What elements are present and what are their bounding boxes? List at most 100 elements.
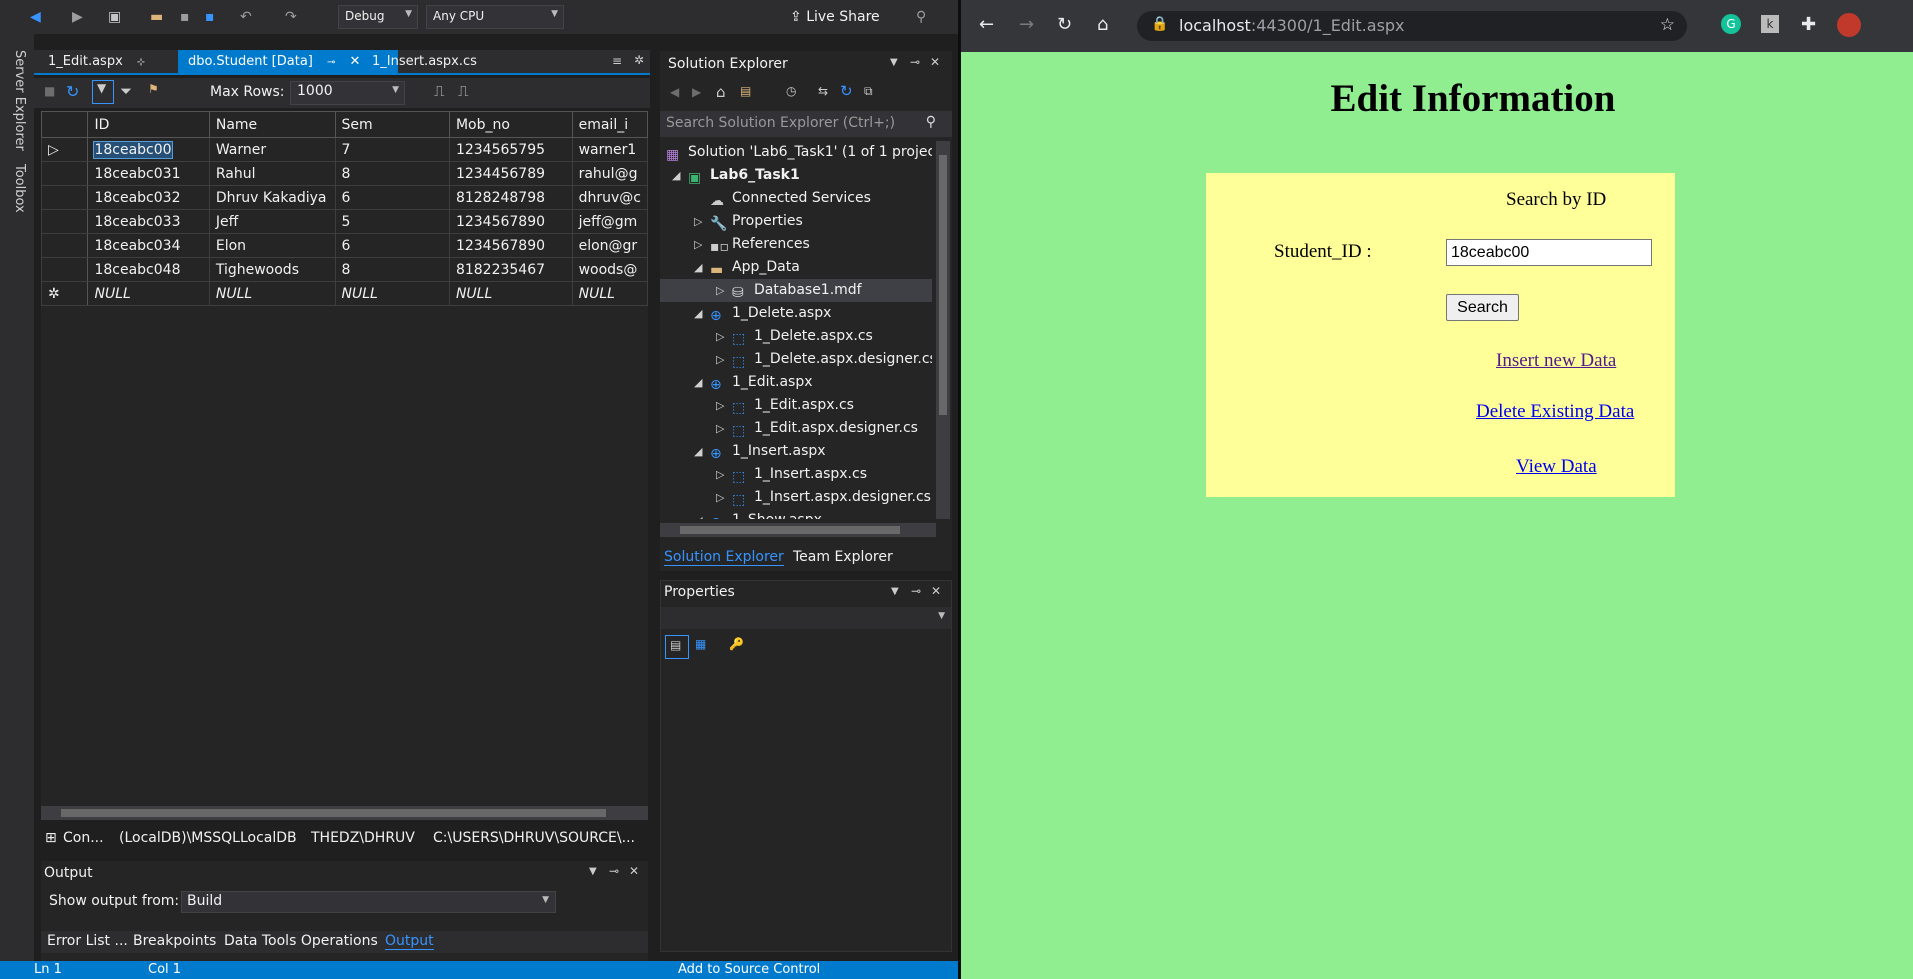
expanded-arrow-icon[interactable]: ◢ (694, 302, 702, 325)
pin-icon[interactable]: ⊹ (137, 57, 145, 68)
column-header-name[interactable]: Name (208, 111, 336, 138)
profile-avatar[interactable] (1837, 13, 1861, 37)
tab-data-tools-operations[interactable]: Data Tools Operations (224, 933, 378, 949)
output-source-select[interactable]: Build ▼ (181, 891, 556, 913)
table-row[interactable]: 18ceabc034 Elon 6 1234567890 elon@gr (41, 233, 648, 258)
forward-icon[interactable]: ▶ (692, 85, 701, 99)
platform-dropdown[interactable]: Any CPU ▼ (426, 5, 564, 29)
server-explorer-tab[interactable]: Server Explorer (12, 50, 27, 151)
pin-icon[interactable]: ⊸ (609, 864, 619, 878)
grid-cell[interactable]: 8 (334, 257, 450, 282)
grid-cell[interactable]: 1234567890 (448, 209, 573, 234)
grid-cell[interactable]: jeff@gm (571, 209, 648, 234)
row-header[interactable] (41, 209, 89, 234)
row-header[interactable] (41, 233, 89, 258)
tab-insert-cs[interactable]: 1_Insert.aspx.cs (362, 50, 487, 74)
grid-cell[interactable]: elon@gr (571, 233, 648, 258)
grid-cell[interactable]: NULL (448, 281, 573, 306)
open-folder-icon[interactable]: ▬ (150, 8, 163, 26)
dropdown-icon[interactable]: ▼ (589, 866, 597, 877)
table-row[interactable]: 18ceabc048 Tighewoods 8 8182235467 woods… (41, 257, 648, 282)
tree-item-insert-aspx[interactable]: ◢ ⊕ 1_Insert.aspx (660, 440, 932, 463)
address-bar[interactable]: 🔒 localhost:44300/1_Edit.aspx ☆ (1137, 11, 1687, 41)
object-selector[interactable]: ▼ (661, 607, 951, 629)
home-icon[interactable]: ⌂ (1097, 14, 1108, 35)
tree-item-delete-aspx[interactable]: ◢ ⊕ 1_Delete.aspx (660, 302, 932, 325)
tree-horizontal-scrollbar[interactable] (660, 523, 936, 537)
tree-vertical-scrollbar[interactable] (936, 141, 950, 519)
back-nav-icon[interactable]: ◀ (30, 8, 41, 26)
tab-overflow-icon[interactable]: ≡ (612, 54, 622, 68)
grid-cell[interactable]: 18ceabc032 (87, 185, 210, 210)
tree-item-delete-designer[interactable]: ▷ ⬚ 1_Delete.aspx.designer.cs (660, 348, 932, 371)
collapsed-arrow-icon[interactable]: ▷ (716, 325, 724, 348)
grid-cell[interactable]: warner1 (571, 137, 648, 162)
sql-script-icon[interactable]: ⎍ (434, 82, 445, 100)
pin-icon[interactable]: ⊸ (910, 55, 920, 69)
expanded-arrow-icon[interactable]: ◢ (694, 371, 702, 394)
reload-icon[interactable]: ↻ (1057, 14, 1072, 35)
grid-cell[interactable]: 1234567890 (448, 233, 573, 258)
bookmark-star-icon[interactable]: ☆ (1660, 15, 1675, 35)
categorized-icon[interactable]: ▤ (665, 635, 689, 659)
puzzle-extensions-icon[interactable]: ✚ (1801, 14, 1816, 35)
tree-item-solution[interactable]: ▦ Solution 'Lab6_Task1' (1 of 1 project) (660, 141, 932, 164)
back-arrow-icon[interactable]: ← (979, 14, 994, 35)
grid-cell[interactable]: woods@ (571, 257, 648, 282)
tree-item-insert-designer[interactable]: ▷ ⬚ 1_Insert.aspx.designer.cs (660, 486, 932, 509)
grid-cell[interactable]: 18ceabc031 (87, 161, 210, 186)
grid-cell[interactable]: 5 (334, 209, 450, 234)
filter-icon[interactable]: ⏷ (120, 82, 132, 100)
column-header-id[interactable]: ID (87, 111, 210, 138)
sync-icon[interactable]: ⇆ (818, 84, 828, 98)
collapsed-arrow-icon[interactable]: ▷ (716, 463, 724, 486)
forward-nav-icon[interactable]: ▶ (72, 8, 83, 26)
back-icon[interactable]: ◀ (670, 85, 679, 99)
column-header-email[interactable]: email_i (571, 111, 648, 138)
tree-item-show-aspx[interactable]: ◢ ⊕ 1_Show.aspx (660, 509, 932, 519)
refresh-icon[interactable]: ↻ (66, 82, 79, 101)
tree-item-edit-designer[interactable]: ▷ ⬚ 1_Edit.aspx.designer.cs (660, 417, 932, 440)
grid-cell[interactable]: Rahul (208, 161, 336, 186)
collapsed-arrow-icon[interactable]: ▷ (716, 348, 724, 371)
search-icon[interactable]: ⚲ (926, 114, 936, 130)
expanded-arrow-icon[interactable]: ◢ (694, 440, 702, 463)
grid-cell[interactable]: dhruv@c (571, 185, 648, 210)
grid-cell[interactable]: 18ceabc048 (87, 257, 210, 282)
live-share-button[interactable]: ⇪ Live Share (790, 9, 880, 25)
grid-cell[interactable]: 8 (334, 161, 450, 186)
undo-icon[interactable]: ↶ (240, 8, 252, 26)
expanded-arrow-icon[interactable]: ◢ (694, 256, 702, 279)
tab-edit-aspx[interactable]: 1_Edit.aspx ⊹ (38, 50, 155, 74)
add-to-source-control[interactable]: Add to Source Control (678, 962, 820, 977)
collapsed-arrow-icon[interactable]: ▷ (716, 486, 724, 509)
grid-cell[interactable]: Jeff (208, 209, 336, 234)
insert-new-data-link[interactable]: Insert new Data (1496, 350, 1616, 372)
tab-solution-explorer[interactable]: Solution Explorer (664, 549, 784, 566)
table-row[interactable]: ▷ 18ceabc00 Warner 7 1234565795 warner1 (41, 137, 648, 162)
expanded-arrow-icon[interactable]: ◢ (672, 164, 680, 187)
script-icon[interactable]: ⚑ (148, 82, 159, 96)
tree-item-edit-aspx[interactable]: ◢ ⊕ 1_Edit.aspx (660, 371, 932, 394)
table-row[interactable]: 18ceabc033 Jeff 5 1234567890 jeff@gm (41, 209, 648, 234)
scrollbar-thumb[interactable] (61, 809, 606, 817)
forward-arrow-icon[interactable]: → (1019, 14, 1034, 35)
solution-search-input[interactable]: Search Solution Explorer (Ctrl+;) ⚲ (660, 111, 952, 137)
row-header[interactable] (41, 257, 89, 282)
column-header-sem[interactable]: Sem (334, 111, 450, 138)
grid-cell[interactable]: Dhruv Kakadiya (208, 185, 336, 210)
close-icon[interactable]: ✕ (930, 55, 940, 69)
grid-cell[interactable]: Warner (208, 137, 336, 162)
collapsed-arrow-icon[interactable]: ▷ (694, 233, 702, 256)
property-pages-icon[interactable]: 🔑 (729, 637, 744, 651)
grid-cell[interactable]: 6 (334, 185, 450, 210)
grid-cell[interactable]: NULL (571, 281, 648, 306)
pin-icon[interactable]: ⊸ (327, 57, 335, 68)
tree-item-references[interactable]: ▷ ▪▫ References (660, 233, 932, 256)
scrollbar-thumb[interactable] (680, 526, 900, 534)
delete-existing-data-link[interactable]: Delete Existing Data (1476, 401, 1634, 423)
grid-cell[interactable]: Tighewoods (208, 257, 336, 282)
connection-label[interactable]: Con... (63, 830, 104, 846)
student-id-input[interactable] (1446, 239, 1652, 266)
tab-output[interactable]: Output (385, 933, 434, 950)
